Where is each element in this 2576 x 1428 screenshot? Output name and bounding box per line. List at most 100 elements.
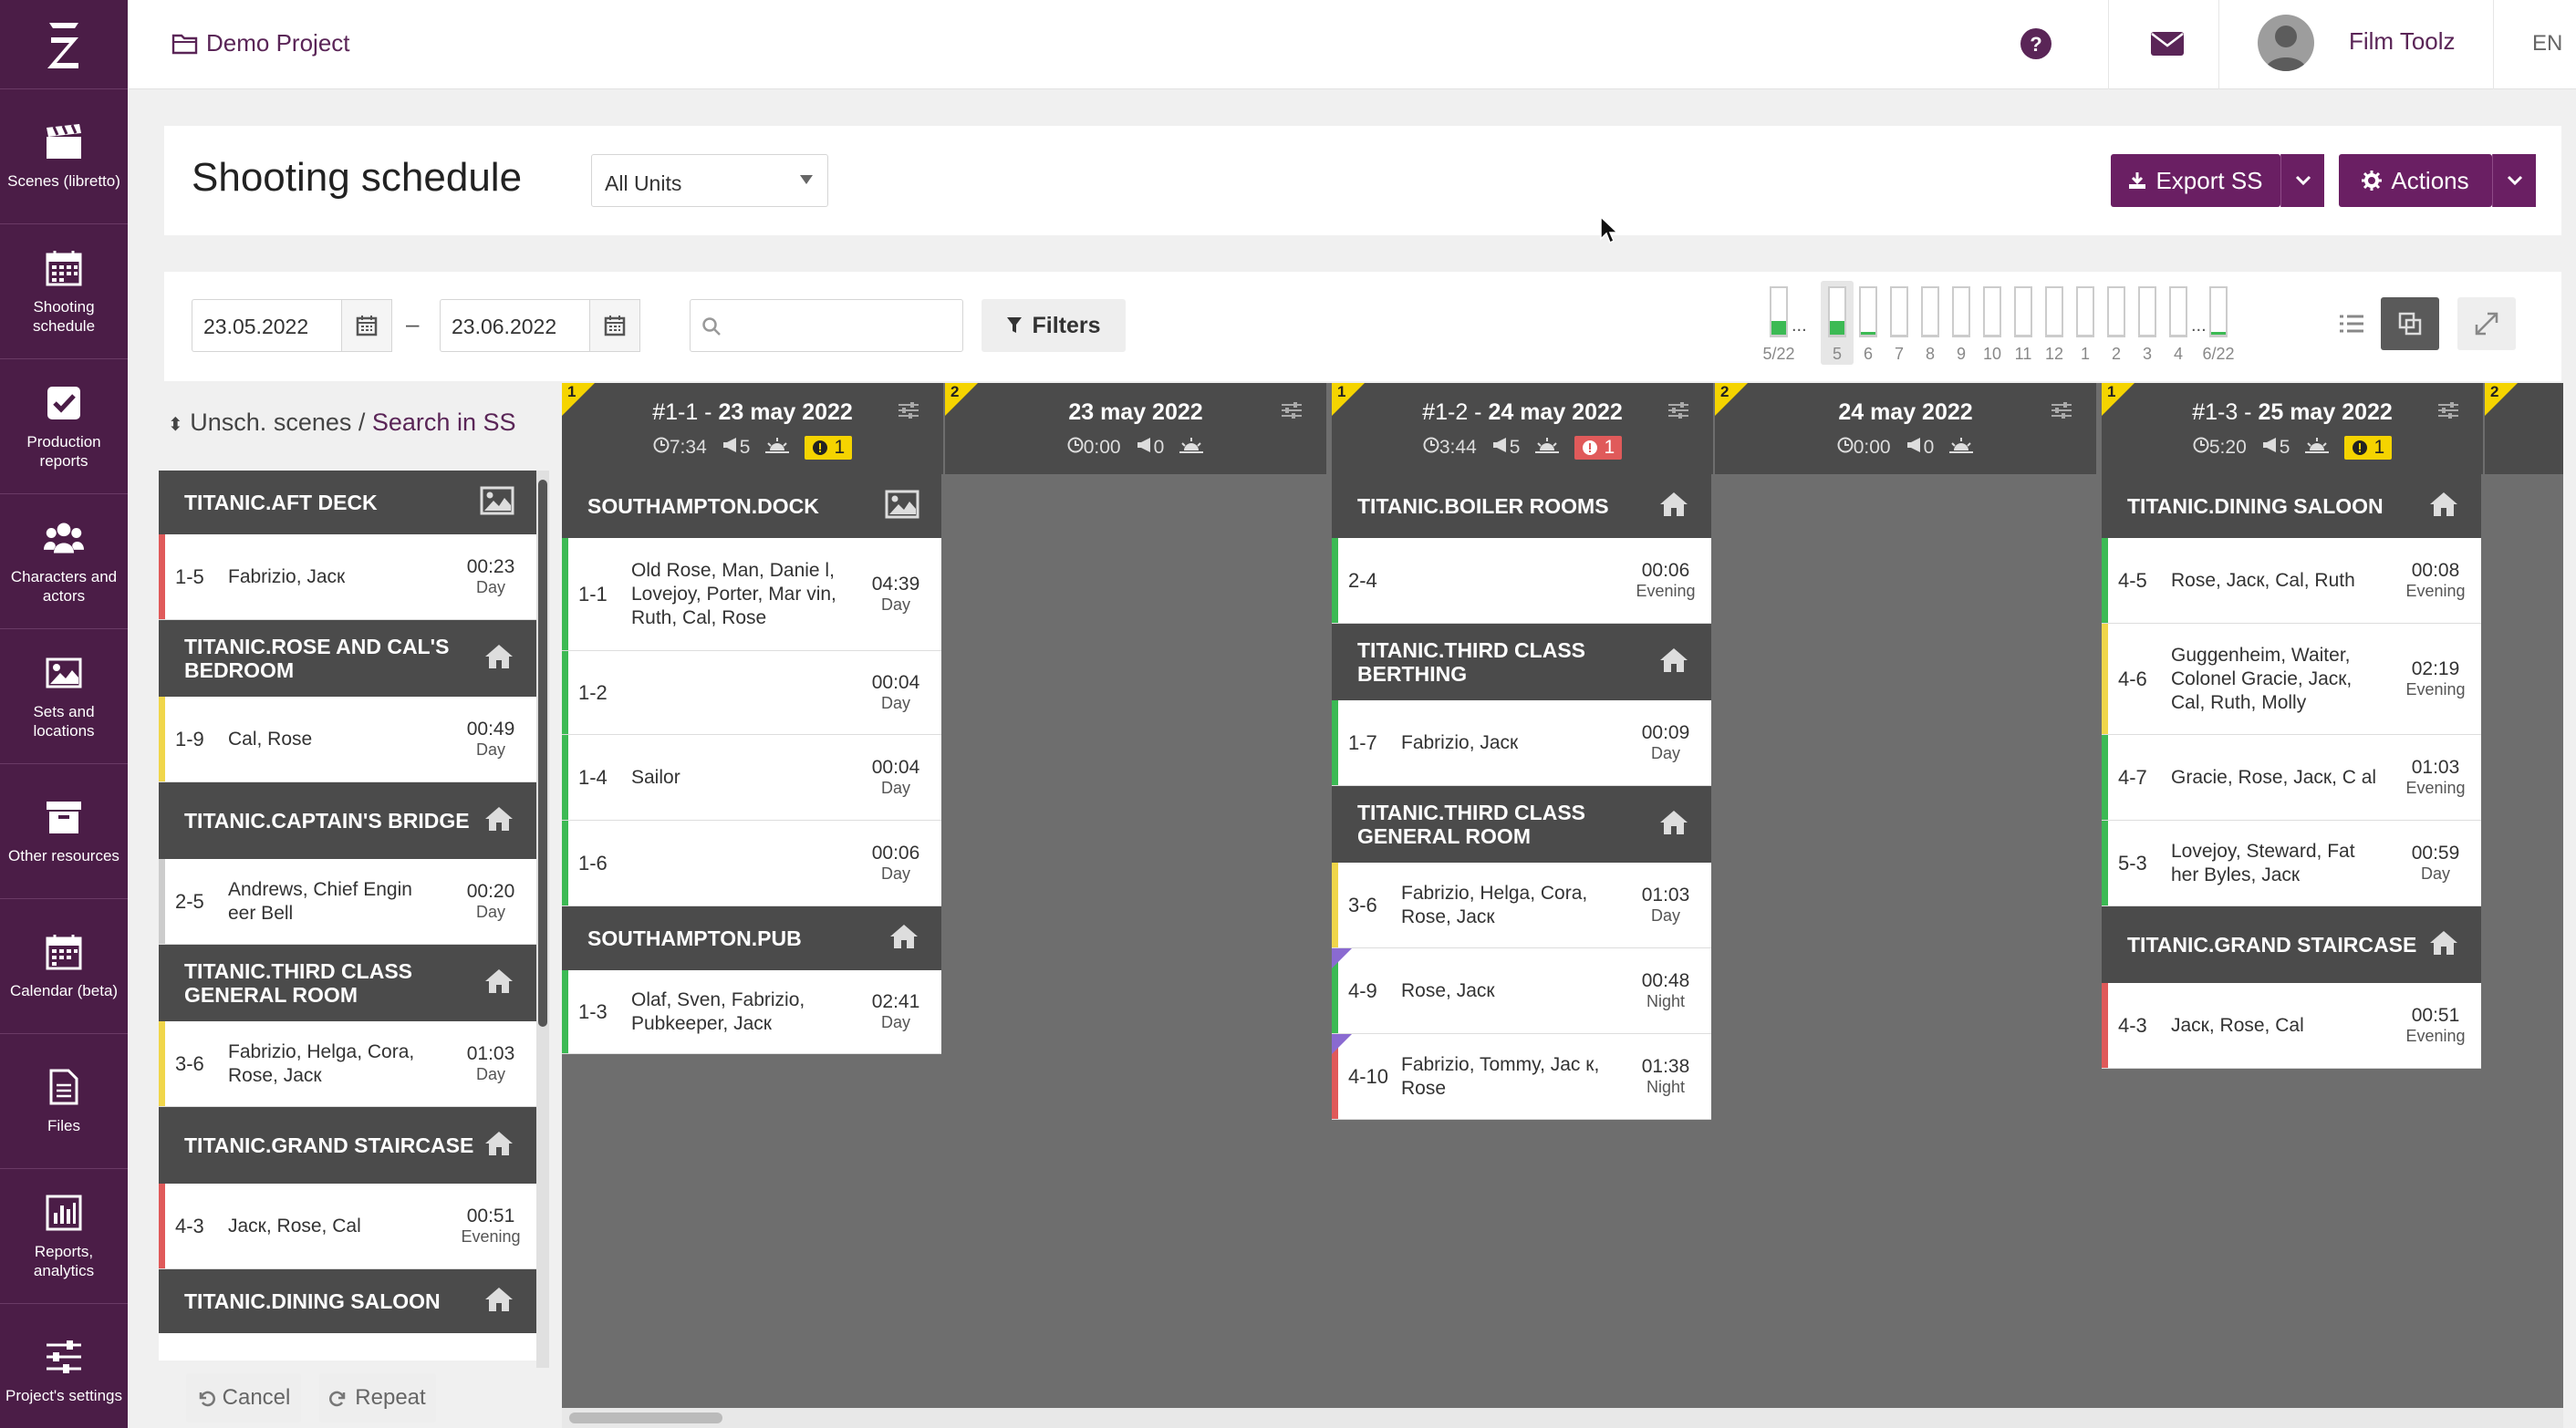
- scene-card[interactable]: 1-3 Olaf, Sven, Fabrizio, Pubkeeper, Jacк…: [562, 970, 941, 1054]
- date-to-picker[interactable]: [589, 299, 640, 352]
- day-header[interactable]: 1 #1-2 - 24 may 2022 3:44 5 1: [1332, 383, 1715, 474]
- sidebar-item-sets-and-locations[interactable]: Sets and locations: [0, 629, 128, 764]
- day-load-bar[interactable]: [1952, 286, 1970, 337]
- scene-card[interactable]: 4-10 Fabrizio, Tommy, Jac к, Rose 01:38 Nig…: [1332, 1034, 1711, 1120]
- day-load-bar[interactable]: [1828, 286, 1846, 337]
- scene-card[interactable]: 1-1 Old Rose, Man, Danie l, Lovejoy, Port…: [562, 538, 941, 651]
- day-load-bar[interactable]: [2169, 286, 2187, 337]
- set-header[interactable]: TITANIC.AFT DECK: [159, 471, 536, 534]
- day-load-bar[interactable]: [1983, 286, 2001, 337]
- sidebar-item-calendar-beta[interactable]: Calendar (beta): [0, 899, 128, 1034]
- user-name[interactable]: Film Toolz: [2349, 27, 2456, 56]
- scene-card[interactable]: 5-3 Lovejoy, Steward, Fat her Byles, Jacк…: [2102, 821, 2481, 906]
- day-load-bar[interactable]: [2107, 286, 2125, 337]
- project-link[interactable]: Demo Project: [171, 29, 350, 57]
- board-view-button[interactable]: [2381, 297, 2439, 350]
- scene-card[interactable]: 1-2 00:04 Day: [562, 651, 941, 735]
- repeat-button[interactable]: Repeat: [319, 1373, 436, 1423]
- cancel-button[interactable]: Cancel: [186, 1373, 301, 1423]
- export-dropdown[interactable]: [2280, 154, 2324, 207]
- day-load-bar[interactable]: [2076, 286, 2094, 337]
- search-input[interactable]: [690, 299, 963, 352]
- day-load-bar[interactable]: [1890, 286, 1908, 337]
- sidebar-item-files[interactable]: Files: [0, 1034, 128, 1169]
- day-settings-icon[interactable]: [1281, 401, 1303, 424]
- help-icon[interactable]: ?: [2018, 26, 2054, 62]
- day-load-bar[interactable]: [2045, 286, 2063, 337]
- set-header[interactable]: TITANIC.CAPTAIN'S BRIDGE: [159, 782, 536, 859]
- day-settings-icon[interactable]: [2437, 401, 2459, 424]
- filters-button[interactable]: Filters: [982, 299, 1126, 352]
- scene-card[interactable]: 3-6 Fabrizio, Helga, Cora, Rose, Jacк 01:0…: [159, 1021, 536, 1107]
- date-from-picker[interactable]: [341, 299, 392, 352]
- set-header[interactable]: TITANIC.THIRD CLASS BERTHING: [1332, 624, 1711, 700]
- scene-card[interactable]: 2-5 Andrews, Chief Engin eer Bell 00:20 Day: [159, 859, 536, 945]
- day-warning-badge[interactable]: 1: [805, 436, 853, 460]
- scrollbar-thumb[interactable]: [569, 1412, 722, 1423]
- day-load-bar[interactable]: [1770, 286, 1788, 337]
- sidebar-item-reports-analytics[interactable]: Reports, analytics: [0, 1169, 128, 1304]
- sunrise-icon[interactable]: [2304, 436, 2330, 460]
- set-header[interactable]: TITANIC.THIRD CLASS GENERAL ROOM: [1332, 786, 1711, 863]
- set-header[interactable]: TITANIC.GRAND STAIRCASE: [159, 1107, 536, 1184]
- set-header[interactable]: SOUTHAMPTON.DOCK: [562, 474, 941, 538]
- actions-dropdown[interactable]: [2492, 154, 2536, 207]
- day-load-bar[interactable]: [2209, 286, 2228, 337]
- app-logo[interactable]: [0, 0, 128, 89]
- sidebar-item-scenes-libretto[interactable]: Scenes (libretto): [0, 89, 128, 224]
- unscheduled-scrollbar[interactable]: [536, 471, 549, 1368]
- set-header[interactable]: TITANIC.GRAND STAIRCASE: [2102, 906, 2481, 983]
- scene-card[interactable]: 1-7 Fabrizio, Jacк 00:09 Day: [1332, 700, 1711, 786]
- day-header[interactable]: 1 #1-3 - 25 may 2022 5:20 5 1: [2102, 383, 2485, 474]
- unscheduled-title[interactable]: Unsch. scenes: [190, 409, 351, 436]
- day-settings-icon[interactable]: [898, 401, 919, 424]
- sunrise-icon[interactable]: [1179, 436, 1204, 460]
- set-header[interactable]: TITANIC.BOILER ROOMS: [1332, 474, 1711, 538]
- day-header[interactable]: 2 23 may 2022 0:00 0: [945, 383, 1328, 474]
- sort-icon[interactable]: ⬍: [168, 415, 183, 435]
- units-select[interactable]: All Units: [591, 154, 828, 207]
- day-settings-icon[interactable]: [2051, 401, 2072, 424]
- sidebar-item-characters-and-actors[interactable]: Characters and actors: [0, 494, 128, 629]
- day-warning-badge[interactable]: 1: [1574, 436, 1623, 460]
- day-header[interactable]: 2 24 may 2022 0:00 0: [1715, 383, 2098, 474]
- scene-card[interactable]: 1-6 00:06 Day: [562, 821, 941, 906]
- scene-card[interactable]: 4-3 Jacк, Rose, Cal 00:51 Evening: [159, 1184, 536, 1269]
- scene-card[interactable]: 1-5 Fabrizio, Jacк 00:23 Day: [159, 534, 536, 620]
- actions-button[interactable]: Actions: [2339, 154, 2492, 207]
- day-header[interactable]: 2: [2485, 383, 2563, 474]
- sidebar-item-other-resources[interactable]: Other resources: [0, 764, 128, 899]
- scrollbar-thumb[interactable]: [538, 480, 547, 1027]
- day-settings-icon[interactable]: [1667, 401, 1689, 424]
- scene-card[interactable]: 4-3 Jacк, Rose, Cal 00:51 Evening: [2102, 983, 2481, 1069]
- language-switcher[interactable]: EN: [2532, 31, 2562, 57]
- sunrise-icon[interactable]: [1948, 436, 1974, 460]
- sidebar-item-project-s-settings[interactable]: Project's settings: [0, 1304, 128, 1428]
- day-load-bar[interactable]: [2138, 286, 2156, 337]
- sidebar-item-production-reports[interactable]: Production reports: [0, 359, 128, 494]
- search-in-ss-link[interactable]: Search in SS: [372, 409, 516, 436]
- scene-card[interactable]: 4-5 Rose, Jacк, Cal, Ruth 00:08 Evening: [2102, 538, 2481, 624]
- sunrise-icon[interactable]: [1534, 436, 1560, 460]
- day-load-bar[interactable]: [1921, 286, 1939, 337]
- list-view-button[interactable]: [2322, 297, 2381, 350]
- scene-card-partial[interactable]: [159, 1333, 536, 1361]
- avatar[interactable]: [2258, 15, 2314, 71]
- date-from-input[interactable]: 23.05.2022: [192, 299, 341, 352]
- day-header[interactable]: 1 #1-1 - 23 may 2022 7:34 5 1: [562, 383, 945, 474]
- scene-card[interactable]: 4-7 Gracie, Rose, Jacк, C al 01:03 Evening: [2102, 735, 2481, 821]
- day-load-bar[interactable]: [2014, 286, 2032, 337]
- set-header[interactable]: TITANIC.THIRD CLASS GENERAL ROOM: [159, 945, 536, 1021]
- day-warning-badge[interactable]: 1: [2344, 436, 2393, 460]
- date-to-input[interactable]: 23.06.2022: [440, 299, 589, 352]
- scene-card[interactable]: 1-4 Sailor 00:04 Day: [562, 735, 941, 821]
- day-load-bar[interactable]: [1859, 286, 1877, 337]
- set-header[interactable]: TITANIC.DINING SALOON: [2102, 474, 2481, 538]
- sunrise-icon[interactable]: [764, 436, 790, 460]
- set-header[interactable]: TITANIC.ROSE AND CAL'S BEDROOM: [159, 620, 536, 697]
- export-button[interactable]: Export SS: [2111, 154, 2280, 207]
- set-header[interactable]: TITANIC.DINING SALOON: [159, 1269, 536, 1333]
- set-header[interactable]: SOUTHAMPTON.PUB: [562, 906, 941, 970]
- mail-icon[interactable]: [2149, 26, 2186, 62]
- scene-card[interactable]: 3-6 Fabrizio, Helga, Cora, Rose, Jacк 01:0…: [1332, 863, 1711, 948]
